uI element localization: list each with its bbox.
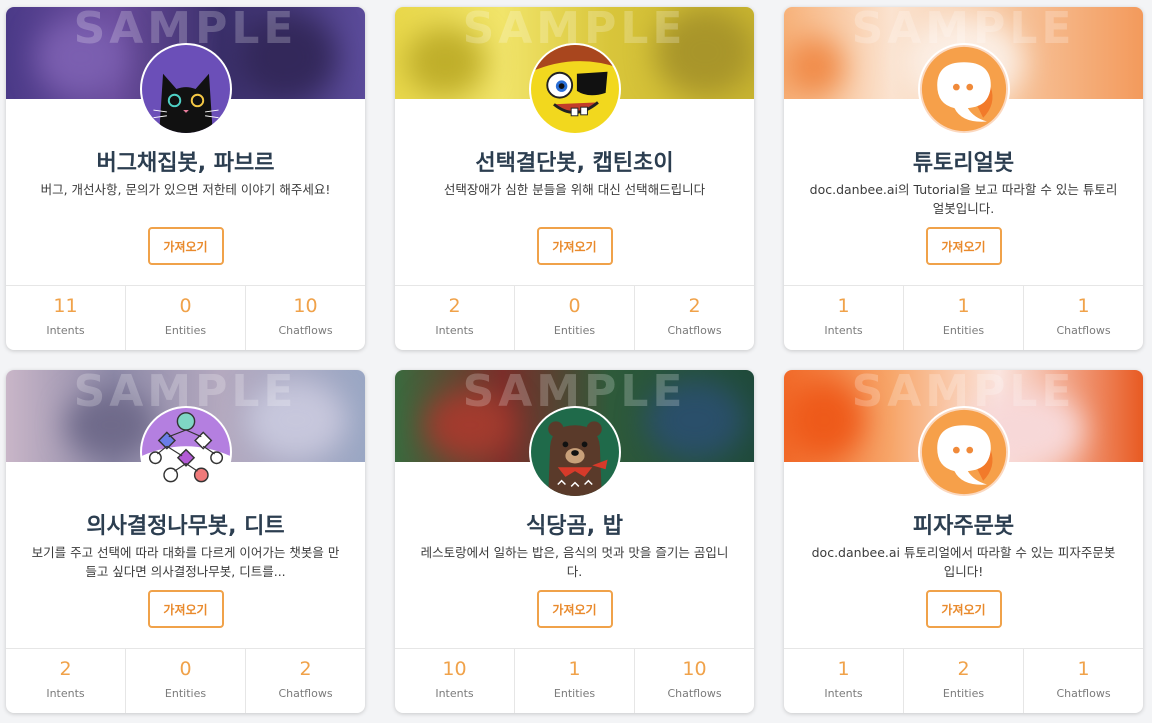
stat-label: Entities bbox=[553, 324, 596, 337]
stat-chatflows: 2 Chatflows bbox=[246, 649, 365, 713]
bot-description: 선택장애가 심한 분들을 위해 대신 선택해드립니다 bbox=[443, 182, 706, 197]
stat-label: Intents bbox=[435, 324, 474, 337]
stat-label: Entities bbox=[164, 324, 207, 337]
stat-label: Chatflows bbox=[1056, 687, 1111, 700]
stat-intents: 1 Intents bbox=[784, 649, 904, 713]
bot-name: 선택결단봇, 캡틴초이 bbox=[475, 151, 674, 176]
import-button[interactable]: 가져오기 bbox=[147, 227, 224, 265]
bot-card-fabre: SAMPLE 버그채집봇, 파브르 버그, 개선사항, 문의가 있으면 저한테 … bbox=[6, 7, 365, 350]
stat-value: 1 bbox=[1077, 658, 1090, 680]
bot-card-pizza-order: SAMPLE 피자주문봇 doc.danbee.ai 튜토리얼에서 따라할 수 … bbox=[784, 370, 1143, 713]
stat-chatflows: 1 Chatflows bbox=[1024, 649, 1143, 713]
import-button[interactable]: 가져오기 bbox=[536, 590, 613, 628]
bot-stats: 2 Intents 0 Entities 2 Chatflows bbox=[6, 648, 365, 713]
stat-label: Intents bbox=[46, 687, 85, 700]
bot-description: doc.danbee.ai 튜토리얼에서 따라할 수 있는 피자주문봇입니다! bbox=[811, 545, 1116, 579]
bot-description: doc.danbee.ai의 Tutorial을 보고 따라할 수 있는 튜토리… bbox=[809, 182, 1118, 216]
stat-label: Chatflows bbox=[667, 324, 722, 337]
bot-card-bob: SAMPLE 식당곰, 밥 레스토랑에서 일하는 밥은, 음식의 멋과 맛을 즐… bbox=[395, 370, 754, 713]
stat-value: 2 bbox=[59, 658, 72, 680]
bot-name: 식당곰, 밥 bbox=[526, 514, 623, 539]
stat-label: Entities bbox=[942, 687, 985, 700]
black-cat-icon bbox=[139, 43, 232, 135]
bot-name: 버그채집봇, 파브르 bbox=[96, 151, 275, 176]
bear-icon bbox=[528, 406, 621, 498]
import-button[interactable]: 가져오기 bbox=[147, 590, 224, 628]
bot-card-dit: SAMPLE 의사결정나무봇, 디트 보기를 주고 선택에 따라 대화를 다르게… bbox=[6, 370, 365, 713]
stat-intents: 2 Intents bbox=[6, 649, 126, 713]
pirate-sponge-icon bbox=[528, 43, 621, 135]
stat-label: Entities bbox=[553, 687, 596, 700]
bot-stats: 11 Intents 0 Entities 10 Chatflows bbox=[6, 285, 365, 350]
bot-name: 튜토리얼봇 bbox=[912, 151, 1015, 176]
stat-value: 0 bbox=[179, 295, 192, 317]
stat-entities: 0 Entities bbox=[126, 286, 246, 350]
stat-value: 1 bbox=[957, 295, 970, 317]
stat-chatflows: 2 Chatflows bbox=[635, 286, 754, 350]
bot-stats: 1 Intents 2 Entities 1 Chatflows bbox=[784, 648, 1143, 713]
stat-entities: 2 Entities bbox=[904, 649, 1024, 713]
stat-value: 2 bbox=[299, 658, 312, 680]
stat-entities: 0 Entities bbox=[126, 649, 246, 713]
chat-bubble-icon bbox=[917, 43, 1010, 135]
bot-card-captain-choi: SAMPLE 선택결단봇, 캡틴초이 선택장애가 심한 분들을 위해 대신 선택… bbox=[395, 7, 754, 350]
stat-value: 1 bbox=[568, 658, 581, 680]
import-button[interactable]: 가져오기 bbox=[536, 227, 613, 265]
stat-label: Entities bbox=[164, 687, 207, 700]
stat-entities: 1 Entities bbox=[904, 286, 1024, 350]
stat-value: 2 bbox=[688, 295, 701, 317]
stat-chatflows: 10 Chatflows bbox=[246, 286, 365, 350]
stat-value: 0 bbox=[568, 295, 581, 317]
bot-stats: 2 Intents 0 Entities 2 Chatflows bbox=[395, 285, 754, 350]
stat-intents: 2 Intents bbox=[395, 286, 515, 350]
import-button[interactable]: 가져오기 bbox=[925, 227, 1002, 265]
bot-template-grid: SAMPLE 버그채집봇, 파브르 버그, 개선사항, 문의가 있으면 저한테 … bbox=[6, 7, 1143, 713]
bot-stats: 1 Intents 1 Entities 1 Chatflows bbox=[784, 285, 1143, 350]
stat-intents: 1 Intents bbox=[784, 286, 904, 350]
stat-label: Chatflows bbox=[667, 687, 722, 700]
stat-value: 2 bbox=[957, 658, 970, 680]
stat-value: 1 bbox=[837, 658, 850, 680]
stat-intents: 10 Intents bbox=[395, 649, 515, 713]
bot-description: 보기를 주고 선택에 따라 대화를 다르게 이어가는 챗봇을 만들고 싶다면 의… bbox=[31, 545, 340, 579]
bot-description: 버그, 개선사항, 문의가 있으면 저한테 이야기 해주세요! bbox=[40, 182, 331, 197]
stat-label: Intents bbox=[824, 324, 863, 337]
import-button[interactable]: 가져오기 bbox=[925, 590, 1002, 628]
bot-name: 피자주문봇 bbox=[912, 514, 1015, 539]
stat-label: Chatflows bbox=[278, 324, 333, 337]
stat-value: 11 bbox=[53, 295, 78, 317]
stat-label: Intents bbox=[435, 687, 474, 700]
stat-label: Intents bbox=[824, 687, 863, 700]
stat-chatflows: 1 Chatflows bbox=[1024, 286, 1143, 350]
stat-entities: 0 Entities bbox=[515, 286, 635, 350]
stat-value: 10 bbox=[293, 295, 318, 317]
bot-stats: 10 Intents 1 Entities 10 Chatflows bbox=[395, 648, 754, 713]
stat-intents: 11 Intents bbox=[6, 286, 126, 350]
stat-value: 0 bbox=[179, 658, 192, 680]
stat-entities: 1 Entities bbox=[515, 649, 635, 713]
decision-tree-icon bbox=[139, 406, 232, 498]
chat-bubble-icon bbox=[917, 406, 1010, 498]
stat-value: 1 bbox=[1077, 295, 1090, 317]
stat-value: 1 bbox=[837, 295, 850, 317]
stat-label: Chatflows bbox=[278, 687, 333, 700]
stat-label: Intents bbox=[46, 324, 85, 337]
stat-value: 2 bbox=[448, 295, 461, 317]
stat-value: 10 bbox=[442, 658, 467, 680]
stat-value: 10 bbox=[682, 658, 707, 680]
bot-description: 레스토랑에서 일하는 밥은, 음식의 멋과 맛을 즐기는 곰입니다. bbox=[420, 545, 729, 579]
stat-chatflows: 10 Chatflows bbox=[635, 649, 754, 713]
stat-label: Chatflows bbox=[1056, 324, 1111, 337]
bot-card-tutorial: SAMPLE 튜토리얼봇 doc.danbee.ai의 Tutorial을 보고… bbox=[784, 7, 1143, 350]
stat-label: Entities bbox=[942, 324, 985, 337]
bot-name: 의사결정나무봇, 디트 bbox=[86, 514, 285, 539]
